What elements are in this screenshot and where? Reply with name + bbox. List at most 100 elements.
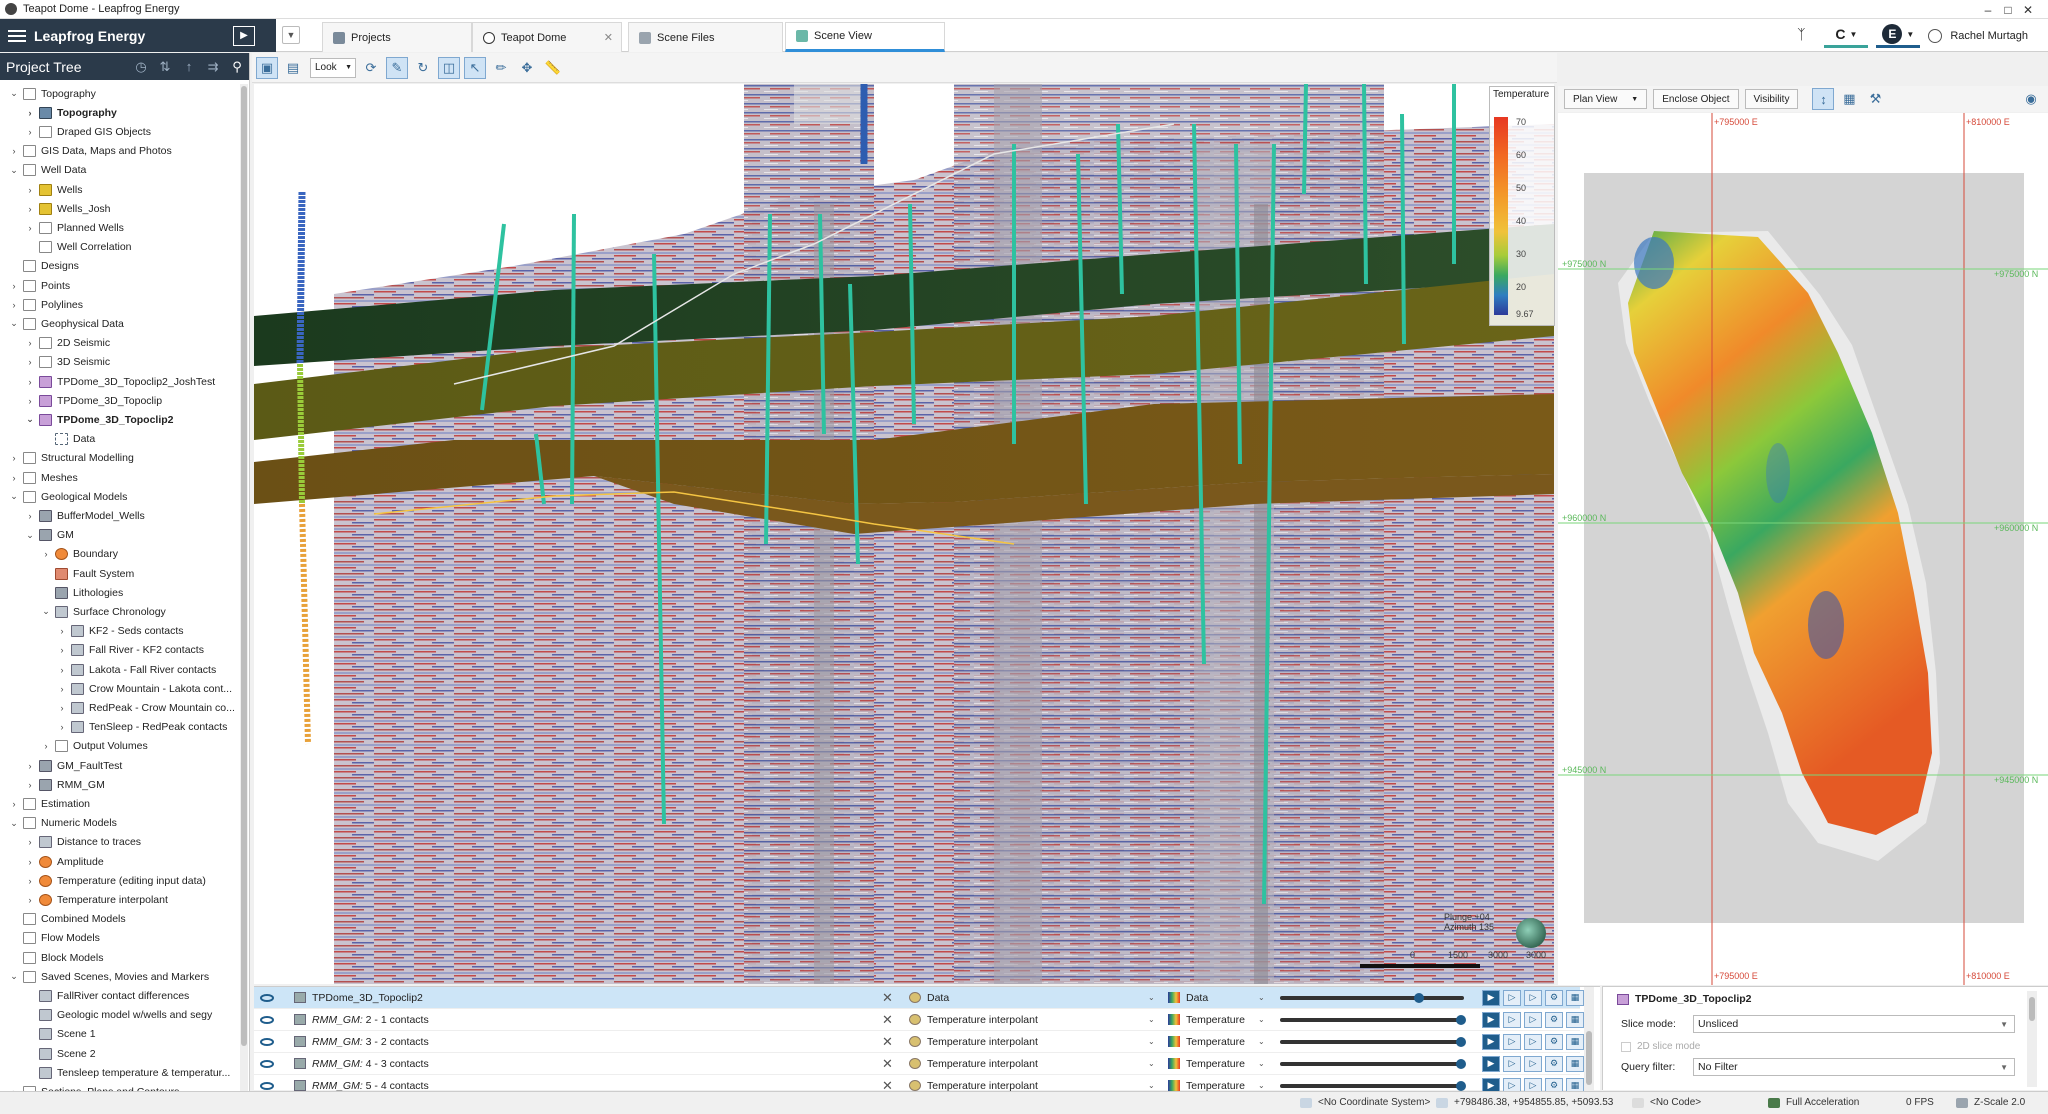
sort-icon[interactable]: ⇅ xyxy=(153,59,177,75)
opacity-slider[interactable] xyxy=(1280,1058,1466,1069)
chevron-right-icon[interactable]: › xyxy=(56,722,68,732)
scrollbar-thumb[interactable] xyxy=(1586,1031,1592,1085)
tree-item[interactable]: Fault System xyxy=(40,564,134,583)
grid-icon[interactable]: ▦ xyxy=(1566,1033,1584,1050)
chevron-right-icon[interactable]: › xyxy=(24,338,36,348)
tab-scene-files[interactable]: Scene Files xyxy=(628,22,783,52)
tree-item[interactable]: Flow Models xyxy=(8,929,100,948)
shape-list-row[interactable]: RMM_GM: 2 - 1 contacts ✕ Temperature inter… xyxy=(254,1009,1584,1031)
chevron-down-icon[interactable]: ⌄ xyxy=(40,606,52,617)
tree-item[interactable]: ⌄ Numeric Models xyxy=(8,814,117,833)
tree-item[interactable]: › Boundary xyxy=(40,545,118,564)
enclose-object-button[interactable]: Enclose Object xyxy=(1653,89,1739,109)
chevron-down-icon[interactable]: ⌄ xyxy=(1258,1081,1265,1090)
chevron-down-icon[interactable]: ⌄ xyxy=(1258,1015,1265,1024)
chevron-right-icon[interactable]: › xyxy=(40,549,52,559)
chevron-down-icon[interactable]: ⌄ xyxy=(1258,1059,1265,1068)
tree-item[interactable]: Designs xyxy=(8,257,79,276)
chevron-right-icon[interactable]: › xyxy=(24,396,36,406)
tree-item[interactable]: › Estimation xyxy=(8,794,90,813)
play-icon[interactable]: ▶ xyxy=(1482,1055,1500,1072)
tree-item[interactable]: ⌄ Geological Models xyxy=(8,487,127,506)
chevron-right-icon[interactable]: › xyxy=(56,703,68,713)
settings-icon[interactable]: ⚙ xyxy=(1545,1033,1563,1050)
tree-item[interactable]: › Distance to traces xyxy=(24,833,141,852)
ruler-icon[interactable]: 📏 xyxy=(542,57,564,79)
tree-item[interactable]: Data xyxy=(40,430,95,449)
shape-list-row[interactable]: RMM_GM: 4 - 3 contacts ✕ Temperature inter… xyxy=(254,1053,1584,1075)
tree-item[interactable]: › Temperature (editing input data) xyxy=(24,871,206,890)
shape-list-row[interactable]: RMM_GM: 3 - 2 contacts ✕ Temperature inter… xyxy=(254,1031,1584,1053)
chevron-right-icon[interactable]: › xyxy=(24,377,36,387)
tree-item[interactable]: › Meshes xyxy=(8,468,78,487)
scrollbar-thumb[interactable] xyxy=(241,86,247,1046)
step-icon[interactable]: ▷ xyxy=(1503,1011,1521,1028)
chevron-right-icon[interactable]: › xyxy=(8,281,20,291)
tree-item[interactable]: › TPDome_3D_Topoclip2_JoshTest xyxy=(24,372,215,391)
settings-icon[interactable]: ⚙ xyxy=(1545,1055,1563,1072)
slice-mode-select[interactable]: Unsliced ▼ xyxy=(1693,1015,2015,1033)
search-icon[interactable]: ⚲ xyxy=(225,59,249,75)
tools-icon[interactable]: ⚒ xyxy=(1864,88,1886,110)
tree-item[interactable]: ⌄ Saved Scenes, Movies and Markers xyxy=(8,967,209,986)
tree-item[interactable]: › GIS Data, Maps and Photos xyxy=(8,142,172,161)
tree-item[interactable]: › RMM_GM xyxy=(24,775,105,794)
tree-item[interactable]: › 2D Seismic xyxy=(24,334,110,353)
play-icon[interactable]: ▶ xyxy=(1482,1033,1500,1050)
tree-item[interactable]: Geologic model w/wells and segy xyxy=(24,1006,212,1025)
tree-item[interactable]: › Amplitude xyxy=(24,852,104,871)
tab-scene-view[interactable]: Scene View xyxy=(785,22,945,52)
tree-item[interactable]: ⌄ Geophysical Data xyxy=(8,314,124,333)
chevron-down-icon[interactable]: ⌄ xyxy=(1148,1015,1155,1024)
globe-icon[interactable] xyxy=(1516,918,1546,948)
tree-item[interactable]: Scene 2 xyxy=(24,1044,96,1063)
tree-item[interactable]: › Planned Wells xyxy=(24,218,124,237)
data-select-value[interactable]: Temperature interpolant xyxy=(927,1014,1038,1026)
measure-icon[interactable]: ↕ xyxy=(1812,88,1835,110)
chevron-down-icon[interactable]: ⌄ xyxy=(8,818,20,829)
scene-3d-view[interactable] xyxy=(254,84,1554,984)
tree-item[interactable]: › Structural Modelling xyxy=(8,449,134,468)
shape-list-row[interactable]: TPDome_3D_Topoclip2 ✕ Data ⌄ Data ⌄ ▶ ▷ ▷ ⚙ ▦ xyxy=(254,987,1584,1009)
eye-icon[interactable] xyxy=(260,993,274,1002)
properties-icon[interactable]: ▤ xyxy=(282,57,304,79)
orbit-icon[interactable]: ⟳ xyxy=(360,57,382,79)
chevron-down-icon[interactable]: ⌄ xyxy=(1258,1037,1265,1046)
loop-icon[interactable]: ▷ xyxy=(1524,989,1542,1006)
close-window-icon[interactable]: ✕ xyxy=(2008,0,2048,19)
tree-item[interactable]: FallRiver contact differences xyxy=(24,986,189,1005)
properties-scrollbar[interactable] xyxy=(2027,991,2037,1087)
tree-item[interactable]: › Draped GIS Objects xyxy=(24,122,151,141)
chevron-right-icon[interactable]: › xyxy=(24,511,36,521)
chevron-down-icon[interactable]: ⌄ xyxy=(8,165,20,176)
tree-item[interactable]: › BufferModel_Wells xyxy=(24,506,145,525)
chevron-right-icon[interactable]: › xyxy=(24,761,36,771)
tab-teapot-dome[interactable]: Teapot Dome ✕ xyxy=(472,22,622,52)
grid-icon[interactable]: ▦ xyxy=(1566,1011,1584,1028)
tree-item[interactable]: › TenSleep - RedPeak contacts xyxy=(56,718,227,737)
hamburger-menu-icon[interactable] xyxy=(8,27,26,45)
chevron-right-icon[interactable]: › xyxy=(8,473,20,483)
tree-item[interactable]: Scene 1 xyxy=(24,1025,96,1044)
tree-item[interactable]: ⌄ Surface Chronology xyxy=(40,602,166,621)
slice-2d-checkbox[interactable]: 2D slice mode xyxy=(1621,1041,1700,1052)
chevron-down-icon[interactable]: ⌄ xyxy=(24,530,36,541)
chevron-right-icon[interactable]: › xyxy=(24,857,36,867)
central-button[interactable]: C ▼ xyxy=(1824,24,1869,48)
draw-line-icon[interactable]: ✎ xyxy=(386,56,408,79)
data-select-value[interactable]: Temperature interpolant xyxy=(927,1036,1038,1048)
chevron-right-icon[interactable]: › xyxy=(24,780,36,790)
tree-item[interactable]: Combined Models xyxy=(8,910,126,929)
slider-knob[interactable] xyxy=(1456,1058,1466,1069)
eye-icon[interactable] xyxy=(260,1015,274,1024)
zscale-status[interactable]: Z-Scale 2.0 xyxy=(1956,1097,2025,1108)
tree-item[interactable]: › RedPeak - Crow Mountain co... xyxy=(56,698,235,717)
slider-knob[interactable] xyxy=(1413,992,1424,1003)
tree-item[interactable]: › Lakota - Fall River contacts xyxy=(56,660,216,679)
chevron-right-icon[interactable]: › xyxy=(8,300,20,310)
opacity-slider[interactable] xyxy=(1280,1036,1466,1047)
step-icon[interactable]: ▷ xyxy=(1503,1033,1521,1050)
opacity-slider[interactable] xyxy=(1280,1080,1466,1091)
chevron-right-icon[interactable]: › xyxy=(8,799,20,809)
chevron-right-icon[interactable]: › xyxy=(24,837,36,847)
